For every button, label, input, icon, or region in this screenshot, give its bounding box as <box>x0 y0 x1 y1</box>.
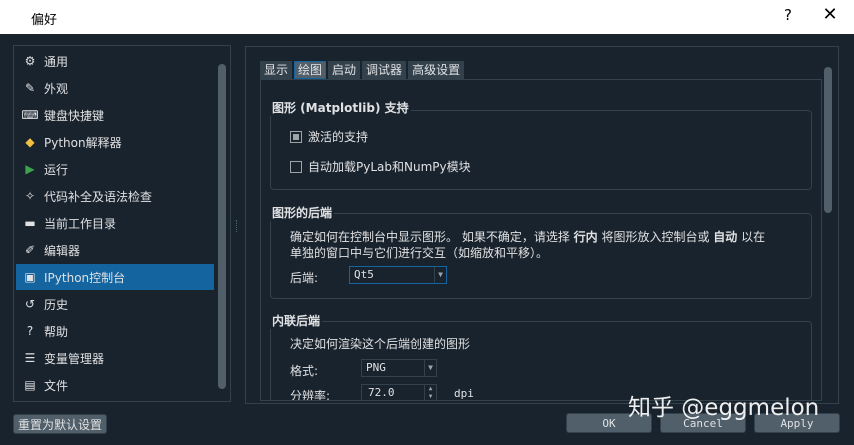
sidebar-item-label: IPython控制台 <box>44 270 126 285</box>
spin-up-icon[interactable]: ▲ <box>424 385 436 393</box>
activate-support-checkbox[interactable] <box>290 130 302 143</box>
help-icon[interactable]: ? <box>778 6 798 24</box>
format-select[interactable]: PNG ▼ <box>361 359 437 377</box>
tab-content: 图形 (Matplotlib) 支持 激活的支持 自动加载PyLab和NumPy… <box>260 79 822 401</box>
activate-support-row[interactable]: 激活的支持 <box>290 128 368 145</box>
sidebar-item-label: 编辑器 <box>44 243 81 258</box>
graphics-backend-title: 图形的后端 <box>270 204 335 221</box>
sidebar-item-help[interactable]: ? 帮助 <box>16 318 214 344</box>
sidebar-item-label: 当前工作目录 <box>44 216 117 231</box>
sidebar-item-label: 帮助 <box>44 324 69 339</box>
sidebar-scroll-thumb[interactable] <box>218 64 226 389</box>
inline-backend-title: 内联后端 <box>270 312 323 329</box>
tab-bar: 显示 绘图 启动 调试器 高级设置 <box>260 61 466 79</box>
sidebar-item-completion-linting[interactable]: ✧ 代码补全及语法检查 <box>16 183 214 209</box>
resolution-label: 分辨率: <box>290 389 331 401</box>
tab-display[interactable]: 显示 <box>260 61 293 79</box>
sidebar-item-python-interpreter[interactable]: ◆ Python解释器 <box>16 129 214 155</box>
spin-down-icon[interactable]: ▼ <box>424 393 436 400</box>
sidebar-item-run[interactable]: ▶ 运行 <box>16 156 214 182</box>
keyboard-icon: ⌨ <box>21 108 39 122</box>
graphics-support-group <box>270 110 812 190</box>
sidebar-item-label: 运行 <box>44 162 69 177</box>
format-select-value: PNG <box>366 361 386 374</box>
tab-graphics[interactable]: 绘图 <box>294 61 327 79</box>
tab-startup[interactable]: 启动 <box>328 61 361 79</box>
sidebar-scrollbar[interactable] <box>217 50 227 397</box>
backend-label: 后端: <box>290 271 319 285</box>
folder-icon: ▬ <box>24 216 36 230</box>
help-icon: ? <box>26 324 34 338</box>
tab-debugger[interactable]: 调试器 <box>362 61 407 79</box>
sidebar-item-files[interactable]: ▤ 文件 <box>16 372 214 398</box>
sidebar-item-working-directory[interactable]: ▬ 当前工作目录 <box>16 210 214 236</box>
history-icon: ↺ <box>24 297 36 311</box>
sidebar-item-ipython-console[interactable]: ▣ IPython控制台 <box>16 264 214 290</box>
sidebar-item-label: 外观 <box>44 81 69 96</box>
sidebar-item-label: 通用 <box>44 54 69 69</box>
sidebar-item-label: 文件 <box>44 378 69 393</box>
resolution-unit: dpi <box>454 387 474 400</box>
autoload-pylab-checkbox[interactable] <box>290 160 302 173</box>
activate-support-label: 激活的支持 <box>308 130 369 144</box>
preferences-main-panel: 显示 绘图 启动 调试器 高级设置 图形 (Matplotlib) 支持 激活的… <box>245 46 839 404</box>
splitter-handle[interactable] <box>236 220 239 232</box>
resolution-spinbox[interactable]: 72.0 ▲ ▼ <box>361 384 437 400</box>
main-scrollbar[interactable] <box>822 63 834 399</box>
sidebar-item-label: Python解释器 <box>44 135 122 150</box>
sidebar-item-keyboard-shortcuts[interactable]: ⌨ 键盘快捷键 <box>16 102 214 128</box>
format-label: 格式: <box>290 364 319 378</box>
autoload-pylab-row[interactable]: 自动加载PyLab和NumPy模块 <box>290 158 471 175</box>
chevron-down-icon: ▼ <box>434 267 446 283</box>
close-icon[interactable]: ✕ <box>818 4 842 25</box>
preferences-sidebar: ⚙ 通用 ✎ 外观 ⌨ 键盘快捷键 ◆ Python解释器 ▶ 运行 ✧ 代码补全及语法检查 ▬ 当前工作… <box>13 45 231 402</box>
autoload-pylab-label: 自动加载PyLab和NumPy模块 <box>308 160 471 174</box>
list-icon: ☰ <box>24 351 36 365</box>
sidebar-item-label: 代码补全及语法检查 <box>44 189 153 204</box>
title-bar: 偏好 ? ✕ <box>0 0 854 34</box>
sidebar-item-label: 历史 <box>44 297 69 312</box>
file-icon: ▤ <box>24 378 36 392</box>
inline-backend-description: 决定如何渲染这个后端创建的图形 <box>290 337 471 351</box>
watermark: 知乎 @eggmelon <box>628 395 820 421</box>
run-icon: ▶ <box>25 162 35 176</box>
sidebar-item-editor[interactable]: ✐ 编辑器 <box>16 237 214 263</box>
tab-advanced[interactable]: 高级设置 <box>408 61 465 79</box>
gear-icon: ⚙ <box>24 54 36 68</box>
sidebar-item-general[interactable]: ⚙ 通用 <box>16 48 214 74</box>
sidebar-item-variable-explorer[interactable]: ☰ 变量管理器 <box>16 345 214 371</box>
sidebar-item-label: 变量管理器 <box>44 351 105 366</box>
sidebar-item-history[interactable]: ↺ 历史 <box>16 291 214 317</box>
sidebar-item-label: 键盘快捷键 <box>44 108 105 123</box>
backend-select-value: Qt5 <box>354 268 374 281</box>
sidebar-item-appearance[interactable]: ✎ 外观 <box>16 75 214 101</box>
resolution-value: 72.0 <box>368 386 395 399</box>
backend-description: 确定如何在控制台中显示图形。 如果不确定，请选择 行内 将图形放入控制台或 自动… <box>290 230 766 260</box>
sparkle-icon: ✧ <box>24 189 36 203</box>
brush-icon: ✎ <box>24 81 36 95</box>
python-icon: ◆ <box>25 135 35 149</box>
window-title: 偏好 <box>31 13 58 28</box>
main-scroll-thumb[interactable] <box>824 67 832 213</box>
chevron-down-icon: ▼ <box>424 360 436 376</box>
reset-defaults-button[interactable]: 重置为默认设置 <box>13 414 107 434</box>
console-icon: ▣ <box>24 270 36 284</box>
backend-select[interactable]: Qt5 ▼ <box>349 266 447 284</box>
edit-icon: ✐ <box>24 243 36 257</box>
graphics-support-title: 图形 (Matplotlib) 支持 <box>270 99 411 116</box>
